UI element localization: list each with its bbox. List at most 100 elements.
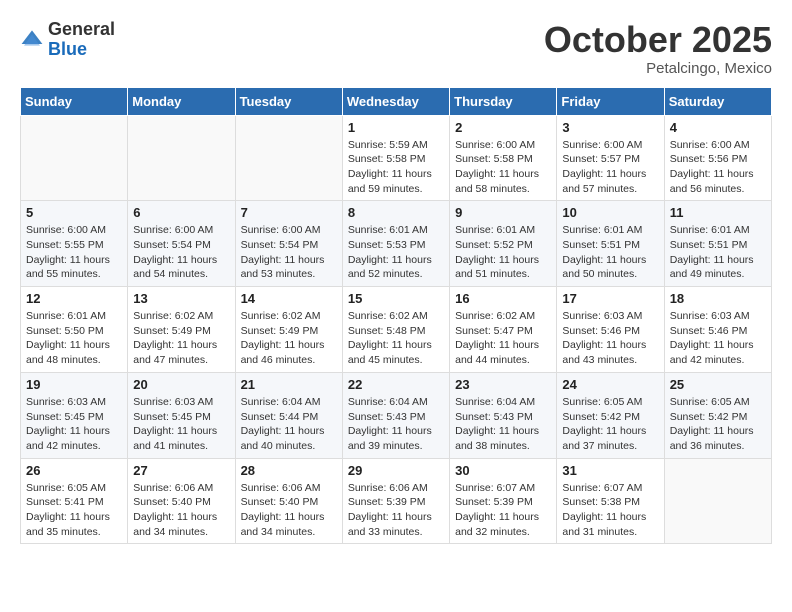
day-number: 5 bbox=[26, 205, 122, 220]
calendar-week-2: 5Sunrise: 6:00 AM Sunset: 5:55 PM Daylig… bbox=[21, 201, 772, 287]
calendar-week-1: 1 Sunrise: 5:59 AM Sunset: 5:58 PM Daylig… bbox=[21, 115, 772, 201]
day-number: 24 bbox=[562, 377, 658, 392]
header-monday: Monday bbox=[128, 87, 235, 115]
table-row: 15Sunrise: 6:02 AM Sunset: 5:48 PM Dayli… bbox=[342, 287, 449, 373]
day-number: 23 bbox=[455, 377, 551, 392]
day-number: 29 bbox=[348, 463, 444, 478]
day-number: 20 bbox=[133, 377, 229, 392]
day-info: Sunrise: 6:05 AM Sunset: 5:42 PM Dayligh… bbox=[670, 395, 766, 454]
day-number: 1 bbox=[348, 120, 444, 135]
day-number: 22 bbox=[348, 377, 444, 392]
table-row: 11 Sunrise: 6:01 AM Sunset: 5:51 PM Dayli… bbox=[664, 201, 771, 287]
day-info: Sunrise: 6:00 AM Sunset: 5:58 PM Dayligh… bbox=[455, 138, 551, 197]
table-row: 21 Sunrise: 6:04 AM Sunset: 5:44 PM Dayli… bbox=[235, 372, 342, 458]
day-number: 4 bbox=[670, 120, 766, 135]
day-number: 6 bbox=[133, 205, 229, 220]
day-info: Sunrise: 6:00 AM Sunset: 5:57 PM Dayligh… bbox=[562, 138, 658, 197]
day-info: Sunrise: 6:00 AM Sunset: 5:54 PM Dayligh… bbox=[241, 223, 337, 282]
table-row: 24 Sunrise: 6:05 AM Sunset: 5:42 PM Dayli… bbox=[557, 372, 664, 458]
table-row: 29 Sunrise: 6:06 AM Sunset: 5:39 PM Dayli… bbox=[342, 458, 449, 544]
day-info: Sunrise: 6:06 AM Sunset: 5:39 PM Dayligh… bbox=[348, 481, 444, 540]
month-title: October 2025 bbox=[544, 20, 772, 60]
table-row: 23 Sunrise: 6:04 AM Sunset: 5:43 PM Dayli… bbox=[450, 372, 557, 458]
day-info: Sunrise: 6:02 AM Sunset: 5:47 PM Dayligh… bbox=[455, 309, 551, 368]
table-row: 16Sunrise: 6:02 AM Sunset: 5:47 PM Dayli… bbox=[450, 287, 557, 373]
calendar-week-3: 12Sunrise: 6:01 AM Sunset: 5:50 PM Dayli… bbox=[21, 287, 772, 373]
day-info: Sunrise: 6:01 AM Sunset: 5:51 PM Dayligh… bbox=[670, 223, 766, 282]
day-number: 30 bbox=[455, 463, 551, 478]
table-row: 13 Sunrise: 6:02 AM Sunset: 5:49 PM Dayli… bbox=[128, 287, 235, 373]
page-header: General Blue October 2025 Petalcingo, Me… bbox=[20, 20, 772, 77]
logo-blue: Blue bbox=[48, 39, 87, 59]
day-info: Sunrise: 6:04 AM Sunset: 5:44 PM Dayligh… bbox=[241, 395, 337, 454]
day-info: Sunrise: 6:02 AM Sunset: 5:49 PM Dayligh… bbox=[133, 309, 229, 368]
table-row: 10 Sunrise: 6:01 AM Sunset: 5:51 PM Dayli… bbox=[557, 201, 664, 287]
table-row: 26 Sunrise: 6:05 AM Sunset: 5:41 PM Dayli… bbox=[21, 458, 128, 544]
day-number: 27 bbox=[133, 463, 229, 478]
table-row: 9 Sunrise: 6:01 AM Sunset: 5:52 PM Daylig… bbox=[450, 201, 557, 287]
table-row: 18 Sunrise: 6:03 AM Sunset: 5:46 PM Dayli… bbox=[664, 287, 771, 373]
day-number: 9 bbox=[455, 205, 551, 220]
day-info: Sunrise: 6:01 AM Sunset: 5:53 PM Dayligh… bbox=[348, 223, 444, 282]
day-info: Sunrise: 5:59 AM Sunset: 5:58 PM Dayligh… bbox=[348, 138, 444, 197]
day-number: 8 bbox=[348, 205, 444, 220]
day-number: 11 bbox=[670, 205, 766, 220]
day-info: Sunrise: 6:02 AM Sunset: 5:49 PM Dayligh… bbox=[241, 309, 337, 368]
table-row: 14Sunrise: 6:02 AM Sunset: 5:49 PM Dayli… bbox=[235, 287, 342, 373]
table-row: 22 Sunrise: 6:04 AM Sunset: 5:43 PM Dayli… bbox=[342, 372, 449, 458]
table-row: 2 Sunrise: 6:00 AM Sunset: 5:58 PM Daylig… bbox=[450, 115, 557, 201]
table-row: 25 Sunrise: 6:05 AM Sunset: 5:42 PM Dayli… bbox=[664, 372, 771, 458]
header-wednesday: Wednesday bbox=[342, 87, 449, 115]
day-number: 26 bbox=[26, 463, 122, 478]
table-row bbox=[235, 115, 342, 201]
day-number: 25 bbox=[670, 377, 766, 392]
table-row bbox=[21, 115, 128, 201]
day-info: Sunrise: 6:05 AM Sunset: 5:42 PM Dayligh… bbox=[562, 395, 658, 454]
calendar-week-4: 19Sunrise: 6:03 AM Sunset: 5:45 PM Dayli… bbox=[21, 372, 772, 458]
day-number: 21 bbox=[241, 377, 337, 392]
day-info: Sunrise: 6:01 AM Sunset: 5:52 PM Dayligh… bbox=[455, 223, 551, 282]
location: Petalcingo, Mexico bbox=[544, 60, 772, 77]
day-info: Sunrise: 6:01 AM Sunset: 5:51 PM Dayligh… bbox=[562, 223, 658, 282]
header-saturday: Saturday bbox=[664, 87, 771, 115]
day-number: 10 bbox=[562, 205, 658, 220]
day-info: Sunrise: 6:03 AM Sunset: 5:46 PM Dayligh… bbox=[670, 309, 766, 368]
day-info: Sunrise: 6:05 AM Sunset: 5:41 PM Dayligh… bbox=[26, 481, 122, 540]
calendar-week-5: 26 Sunrise: 6:05 AM Sunset: 5:41 PM Dayli… bbox=[21, 458, 772, 544]
day-number: 28 bbox=[241, 463, 337, 478]
table-row: 17 Sunrise: 6:03 AM Sunset: 5:46 PM Dayli… bbox=[557, 287, 664, 373]
day-info: Sunrise: 6:04 AM Sunset: 5:43 PM Dayligh… bbox=[348, 395, 444, 454]
table-row: 28Sunrise: 6:06 AM Sunset: 5:40 PM Dayli… bbox=[235, 458, 342, 544]
header-sunday: Sunday bbox=[21, 87, 128, 115]
header-tuesday: Tuesday bbox=[235, 87, 342, 115]
day-number: 12 bbox=[26, 291, 122, 306]
logo-icon bbox=[20, 28, 44, 52]
table-row: 1 Sunrise: 5:59 AM Sunset: 5:58 PM Daylig… bbox=[342, 115, 449, 201]
day-info: Sunrise: 6:07 AM Sunset: 5:38 PM Dayligh… bbox=[562, 481, 658, 540]
day-number: 2 bbox=[455, 120, 551, 135]
table-row: 5Sunrise: 6:00 AM Sunset: 5:55 PM Daylig… bbox=[21, 201, 128, 287]
calendar-table: Sunday Monday Tuesday Wednesday Thursday… bbox=[20, 87, 772, 545]
table-row bbox=[128, 115, 235, 201]
table-row: 27Sunrise: 6:06 AM Sunset: 5:40 PM Dayli… bbox=[128, 458, 235, 544]
table-row: 6Sunrise: 6:00 AM Sunset: 5:54 PM Daylig… bbox=[128, 201, 235, 287]
title-block: October 2025 Petalcingo, Mexico bbox=[544, 20, 772, 77]
logo: General Blue bbox=[20, 20, 115, 60]
day-number: 13 bbox=[133, 291, 229, 306]
table-row: 4Sunrise: 6:00 AM Sunset: 5:56 PM Daylig… bbox=[664, 115, 771, 201]
table-row: 31Sunrise: 6:07 AM Sunset: 5:38 PM Dayli… bbox=[557, 458, 664, 544]
logo-text: General Blue bbox=[48, 20, 115, 60]
table-row: 30Sunrise: 6:07 AM Sunset: 5:39 PM Dayli… bbox=[450, 458, 557, 544]
day-number: 3 bbox=[562, 120, 658, 135]
header-thursday: Thursday bbox=[450, 87, 557, 115]
day-info: Sunrise: 6:03 AM Sunset: 5:45 PM Dayligh… bbox=[133, 395, 229, 454]
logo-general: General bbox=[48, 19, 115, 39]
day-number: 18 bbox=[670, 291, 766, 306]
day-number: 7 bbox=[241, 205, 337, 220]
table-row: 20 Sunrise: 6:03 AM Sunset: 5:45 PM Dayli… bbox=[128, 372, 235, 458]
day-info: Sunrise: 6:04 AM Sunset: 5:43 PM Dayligh… bbox=[455, 395, 551, 454]
day-number: 17 bbox=[562, 291, 658, 306]
table-row: 19Sunrise: 6:03 AM Sunset: 5:45 PM Dayli… bbox=[21, 372, 128, 458]
day-info: Sunrise: 6:03 AM Sunset: 5:46 PM Dayligh… bbox=[562, 309, 658, 368]
weekday-header-row: Sunday Monday Tuesday Wednesday Thursday… bbox=[21, 87, 772, 115]
